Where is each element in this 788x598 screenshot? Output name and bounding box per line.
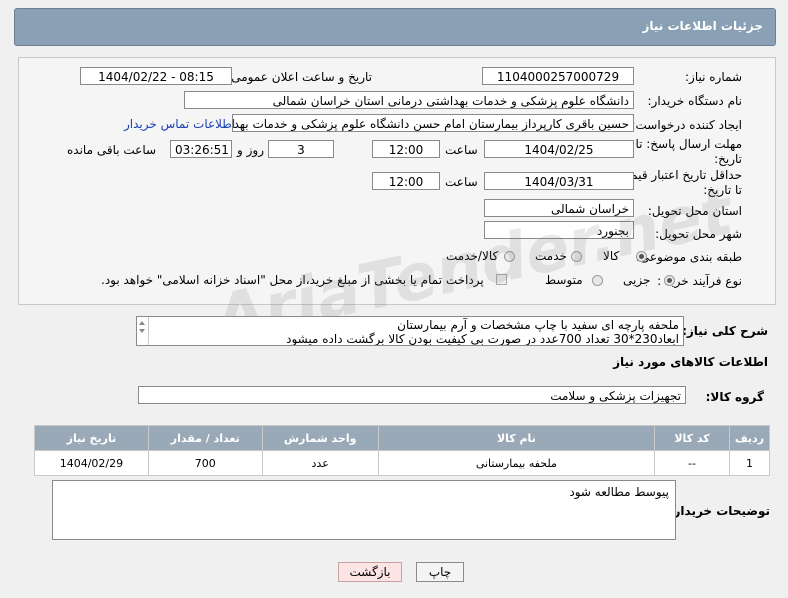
- creator-field[interactable]: حسین باقری کارپرداز بیمارستان امام حسن د…: [232, 114, 634, 132]
- cell-code: --: [654, 450, 730, 476]
- buyer-notes-text: پیوسط مطالعه شود: [569, 485, 669, 499]
- process-option-medium: متوسط: [545, 273, 583, 287]
- col-row: ردیف: [728, 425, 771, 451]
- cell-unit: عدد: [261, 450, 379, 476]
- city-label: شهر محل تحویل:: [655, 227, 742, 241]
- process-radio-medium[interactable]: [592, 275, 603, 286]
- cell-qty: 700: [147, 450, 263, 476]
- category-option-service: خدمت: [535, 249, 567, 263]
- goods-group-label: گروه کالا:: [705, 390, 764, 404]
- scroll-arrows-icon: [139, 321, 145, 333]
- description-line-1: ملحفه پارچه ای سفید با چاپ مشخصات و آرم …: [397, 318, 679, 332]
- category-radio-goods[interactable]: [636, 251, 647, 262]
- city-field[interactable]: بجنورد: [484, 221, 634, 239]
- province-field[interactable]: خراسان شمالی: [484, 199, 634, 217]
- treasury-payment-note: پرداخت تمام یا بخشی از مبلغ خرید،از محل …: [101, 273, 484, 287]
- category-radio-goods-service[interactable]: [504, 251, 515, 262]
- col-code: کد کالا: [654, 425, 730, 451]
- need-number-label: شماره نیاز:: [685, 70, 742, 84]
- process-radio-minor[interactable]: [664, 275, 675, 286]
- deadline-label: مهلت ارسال پاسخ: تا تاریخ:: [635, 137, 742, 166]
- category-option-goods: کالا: [603, 249, 620, 263]
- creator-label: ایجاد کننده درخواست:: [631, 118, 742, 132]
- buyer-contact-link[interactable]: اطلاعات تماس خریدار: [124, 117, 235, 131]
- table-row[interactable]: 1 -- ملحفه بیمارستانی عدد 700 1404/02/29: [34, 450, 771, 476]
- buyer-notes-field[interactable]: پیوسط مطالعه شود: [52, 480, 676, 540]
- print-button[interactable]: چاپ: [416, 562, 464, 582]
- category-radio-service[interactable]: [571, 251, 582, 262]
- buyer-field[interactable]: دانشگاه علوم پزشکی و خدمات بهداشتی درمان…: [184, 91, 634, 109]
- category-option-goods-service: کالا/خدمت: [446, 249, 499, 263]
- deadline-date-field[interactable]: 1404/02/25: [484, 140, 634, 158]
- treasury-payment-checkbox[interactable]: [496, 274, 507, 285]
- back-button[interactable]: بازگشت: [338, 562, 402, 582]
- col-name: نام کالا: [377, 425, 656, 451]
- buyer-label: نام دستگاه خریدار:: [647, 94, 743, 108]
- cell-row: 1: [728, 450, 771, 476]
- announce-field[interactable]: 1404/02/22 - 08:15: [80, 67, 232, 85]
- description-line-2: ابعاد230*30 تعداد 700عدد در صورت بی کیفی…: [286, 332, 679, 346]
- deadline-time-label: ساعت: [445, 143, 478, 157]
- col-qty: تعداد / مقدار: [147, 425, 263, 451]
- days-field[interactable]: 3: [268, 140, 334, 158]
- col-date: تاریخ نیاز: [34, 425, 149, 451]
- cell-date: 1404/02/29: [34, 450, 149, 476]
- validity-date-field[interactable]: 1404/03/31: [484, 172, 634, 190]
- days-label: روز و: [237, 143, 264, 157]
- cell-name: ملحفه بیمارستانی: [377, 450, 656, 476]
- goods-table-header: ردیف کد کالا نام کالا واحد شمارش تعداد /…: [34, 425, 771, 451]
- goods-group-field[interactable]: تجهیزات پزشکی و سلامت: [138, 386, 686, 404]
- page-header: جزئیات اطلاعات نیاز: [14, 8, 776, 46]
- description-field[interactable]: ملحفه پارچه ای سفید با چاپ مشخصات و آرم …: [136, 316, 684, 346]
- need-number-field[interactable]: 1104000257000729: [482, 67, 634, 85]
- buyer-notes-label: توضیحات خریدار:: [668, 504, 770, 518]
- goods-table: ردیف کد کالا نام کالا واحد شمارش تعداد /…: [34, 425, 771, 476]
- province-label: استان محل تحویل:: [647, 204, 742, 218]
- goods-section-title: اطلاعات کالاهای مورد نیاز: [613, 355, 768, 369]
- remaining-label: ساعت باقی مانده: [67, 143, 157, 157]
- description-label: شرح کلی نیاز:: [682, 324, 768, 338]
- validity-time-field[interactable]: 12:00: [372, 172, 440, 190]
- announce-label: تاریخ و ساعت اعلان عمومی:: [227, 70, 372, 84]
- remaining-time-field[interactable]: 03:26:51: [170, 140, 232, 158]
- description-scroll[interactable]: [136, 317, 149, 345]
- deadline-time-field[interactable]: 12:00: [372, 140, 440, 158]
- page-title: جزئیات اطلاعات نیاز: [642, 19, 763, 33]
- category-label: طبقه بندی موضوعی:: [635, 250, 742, 264]
- process-option-minor: جزیی: [623, 273, 651, 287]
- validity-time-label: ساعت: [445, 175, 478, 189]
- col-unit: واحد شمارش: [261, 425, 379, 451]
